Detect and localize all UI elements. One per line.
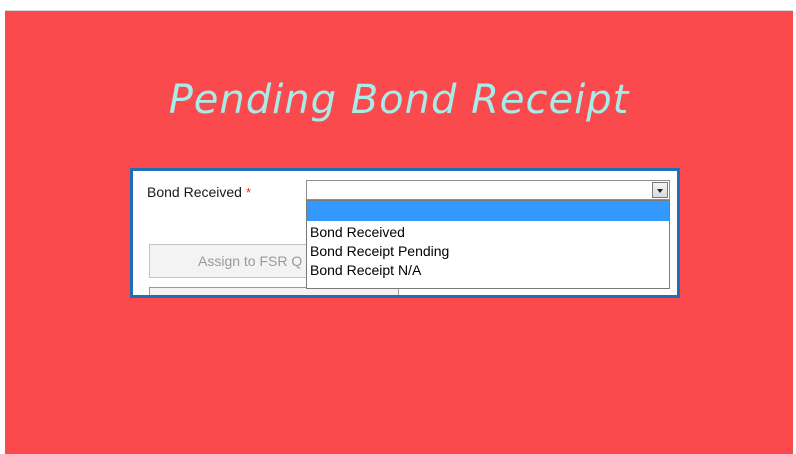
required-marker: * <box>245 185 252 200</box>
dropdown-option-bond-receipt-na[interactable]: Bond Receipt N/A <box>307 261 669 280</box>
dropdown-option-blank[interactable] <box>307 201 669 221</box>
dropdown-list: Bond Received Bond Receipt Pending Bond … <box>306 200 670 289</box>
field-label-text: Bond Received <box>147 184 242 200</box>
bond-received-label: Bond Received * <box>147 184 251 200</box>
dropdown-option-bond-receipt-pending[interactable]: Bond Receipt Pending <box>307 242 669 261</box>
slide-background: Pending Bond Receipt Bond Received * Assi… <box>5 10 793 454</box>
bond-received-select[interactable] <box>306 180 670 200</box>
form-panel: Bond Received * Assign to FSR Q Bond Rece… <box>130 168 680 298</box>
chevron-down-icon[interactable] <box>652 182 668 198</box>
dropdown-option-bond-received[interactable]: Bond Received <box>307 223 669 242</box>
page-title: Pending Bond Receipt <box>168 77 630 123</box>
